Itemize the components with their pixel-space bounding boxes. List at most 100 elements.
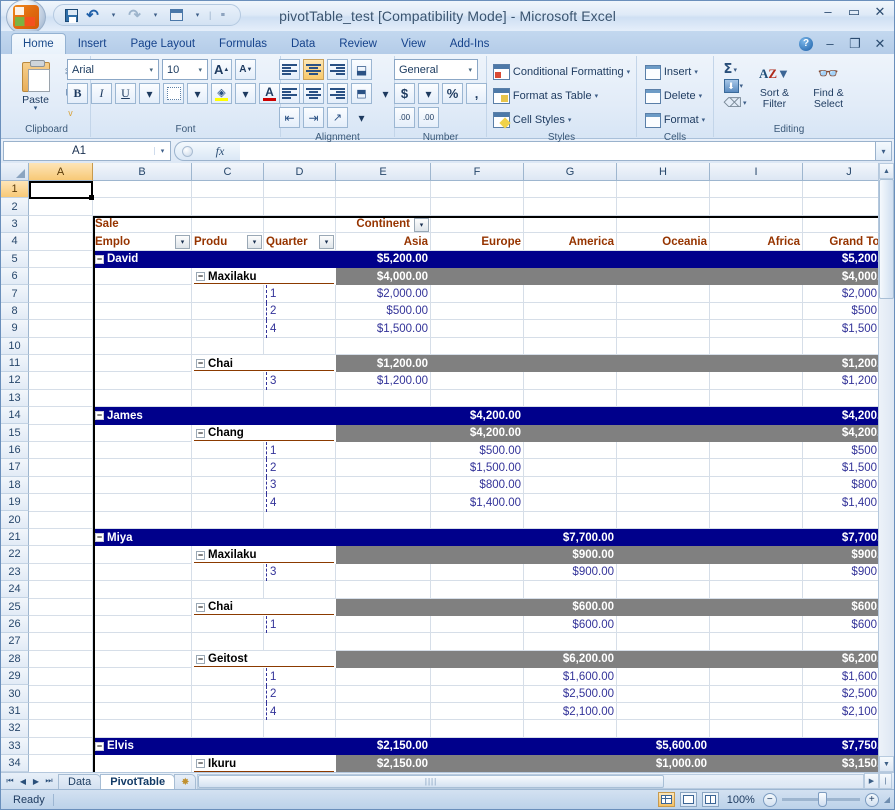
select-all-button[interactable] [1,163,29,181]
find-select-button[interactable]: 👓 Find & Select [802,60,854,110]
product-row-header[interactable]: − Chai [194,599,334,616]
tab-view[interactable]: View [389,33,438,54]
row-header-6[interactable]: 6 [1,267,29,286]
row-header-9[interactable]: 9 [1,320,29,338]
customize-qat-icon[interactable]: ≡ [213,6,232,24]
undo-dropdown-icon[interactable]: ▾ [104,6,123,24]
font-size-combo[interactable]: 10 ▾ [162,59,208,80]
product-row-header[interactable]: − Chai [194,355,334,372]
workbook-close-button[interactable]: ✕ [872,37,888,51]
bold-button[interactable]: B [67,83,88,104]
autosum-dropdown-icon[interactable]: ▾ [733,66,737,74]
grow-font-button[interactable]: A ▲ [211,59,233,80]
vertical-scroll-track[interactable] [879,299,894,756]
continent-filter-button[interactable]: ▾ [414,217,429,232]
row-header-30[interactable]: 30 [1,685,29,703]
page-layout-view-button[interactable] [679,792,697,807]
sheet-tab-data[interactable]: Data [58,773,102,790]
row-header-2[interactable]: 2 [1,198,29,216]
product-row-header[interactable]: − Maxilaku [194,268,334,285]
collapse-icon[interactable]: − [95,741,104,751]
page-break-view-button[interactable] [701,792,719,807]
row-header-7[interactable]: 7 [1,285,29,303]
increase-indent-button[interactable]: ⇥ [303,107,324,128]
row-field-filter-button-produ[interactable]: ▾ [247,235,262,250]
office-button[interactable] [6,0,46,35]
save-button[interactable] [62,6,81,24]
row-field-filter-button-quarter[interactable]: ▾ [319,235,334,250]
merge-dropdown-icon[interactable]: ▾ [375,83,396,104]
close-button[interactable]: ✕ [872,5,888,19]
table-button[interactable] [167,6,186,24]
scroll-down-button[interactable]: ▼ [879,756,894,772]
row-header-27[interactable]: 27 [1,633,29,651]
align-right-button[interactable] [327,83,348,104]
first-sheet-button[interactable]: ⏮ [4,776,16,786]
workbook-minimize-button[interactable]: – [822,37,838,51]
tab-review[interactable]: Review [327,33,389,54]
column-header-g[interactable]: G [524,163,617,181]
accounting-dropdown-icon[interactable]: ▾ [418,83,439,104]
collapse-icon[interactable]: − [196,272,205,282]
column-header-c[interactable]: C [192,163,264,181]
clear-dropdown-icon[interactable]: ▾ [743,99,747,107]
column-header-f[interactable]: F [431,163,524,181]
split-handle[interactable]: | [879,773,892,789]
horizontal-scrollbar[interactable]: |||| ▶ | [197,773,892,789]
tab-data[interactable]: Data [279,33,327,54]
column-header-a[interactable]: A [29,163,93,181]
row-header-31[interactable]: 31 [1,702,29,721]
tab-formulas[interactable]: Formulas [207,33,279,54]
shrink-font-button[interactable]: A ▼ [235,59,257,80]
clear-button[interactable]: ⌫ [724,95,742,111]
row-header-10[interactable]: 10 [1,337,29,355]
tab-add-ins[interactable]: Add-Ins [438,33,502,54]
next-sheet-button[interactable]: ▶ [30,777,42,786]
row-header-3[interactable]: 3 [1,215,29,234]
row-header-4[interactable]: 4 [1,233,29,251]
italic-button[interactable]: I [91,83,112,104]
employee-row-header[interactable]: − James [93,407,192,424]
row-header-19[interactable]: 19 [1,494,29,512]
formula-cancel-accept-group[interactable] [174,141,200,161]
redo-dropdown-icon[interactable]: ▾ [146,6,165,24]
row-header-33[interactable]: 33 [1,737,29,755]
collapse-icon[interactable]: − [95,533,104,543]
fill-color-button[interactable]: ◈ [211,83,232,104]
scroll-right-button[interactable]: ▶ [864,773,879,789]
row-header-28[interactable]: 28 [1,650,29,668]
paste-dropdown-icon[interactable]: ▾ [34,105,38,112]
minimize-button[interactable]: – [820,5,836,19]
row-header-22[interactable]: 22 [1,546,29,564]
insert-worksheet-button[interactable]: ✸ [174,773,197,790]
autosum-button[interactable]: Σ [724,62,733,77]
row-header-32[interactable]: 32 [1,720,29,738]
align-middle-button[interactable] [303,59,324,80]
last-sheet-button[interactable]: ⏭ [43,776,55,786]
prev-sheet-button[interactable]: ◀ [17,777,29,786]
orientation-dropdown-icon[interactable]: ▾ [351,107,372,128]
format-as-table-button[interactable]: Format as Table ▾ [492,85,598,107]
row-header-18[interactable]: 18 [1,476,29,495]
row-header-20[interactable]: 20 [1,511,29,529]
row-header-14[interactable]: 14 [1,407,29,425]
row-header-5[interactable]: 5 [1,250,29,268]
cell-styles-button[interactable]: Cell Styles ▾ [492,109,571,131]
collapse-icon[interactable]: − [95,254,104,264]
tab-home[interactable]: Home [11,33,66,54]
column-header-i[interactable]: I [710,163,803,181]
collapse-icon[interactable]: − [196,602,205,612]
accounting-format-button[interactable]: $ [394,83,415,104]
resize-grip-icon[interactable]: ◢ [884,795,890,804]
scroll-up-button[interactable]: ▲ [879,163,894,179]
format-cells-button[interactable]: Format ▾ [644,109,705,131]
underline-dropdown-icon[interactable]: ▾ [139,83,160,104]
restore-button[interactable]: ▭ [846,5,862,19]
row-header-29[interactable]: 29 [1,667,29,686]
zoom-slider-thumb[interactable] [817,792,827,807]
align-left-button[interactable] [279,83,300,104]
zoom-level[interactable]: 100% [724,794,758,806]
collapse-icon[interactable]: − [196,654,205,664]
decrease-indent-button[interactable]: ⇤ [279,107,300,128]
row-field-filter-button-emplo[interactable]: ▾ [175,235,190,250]
